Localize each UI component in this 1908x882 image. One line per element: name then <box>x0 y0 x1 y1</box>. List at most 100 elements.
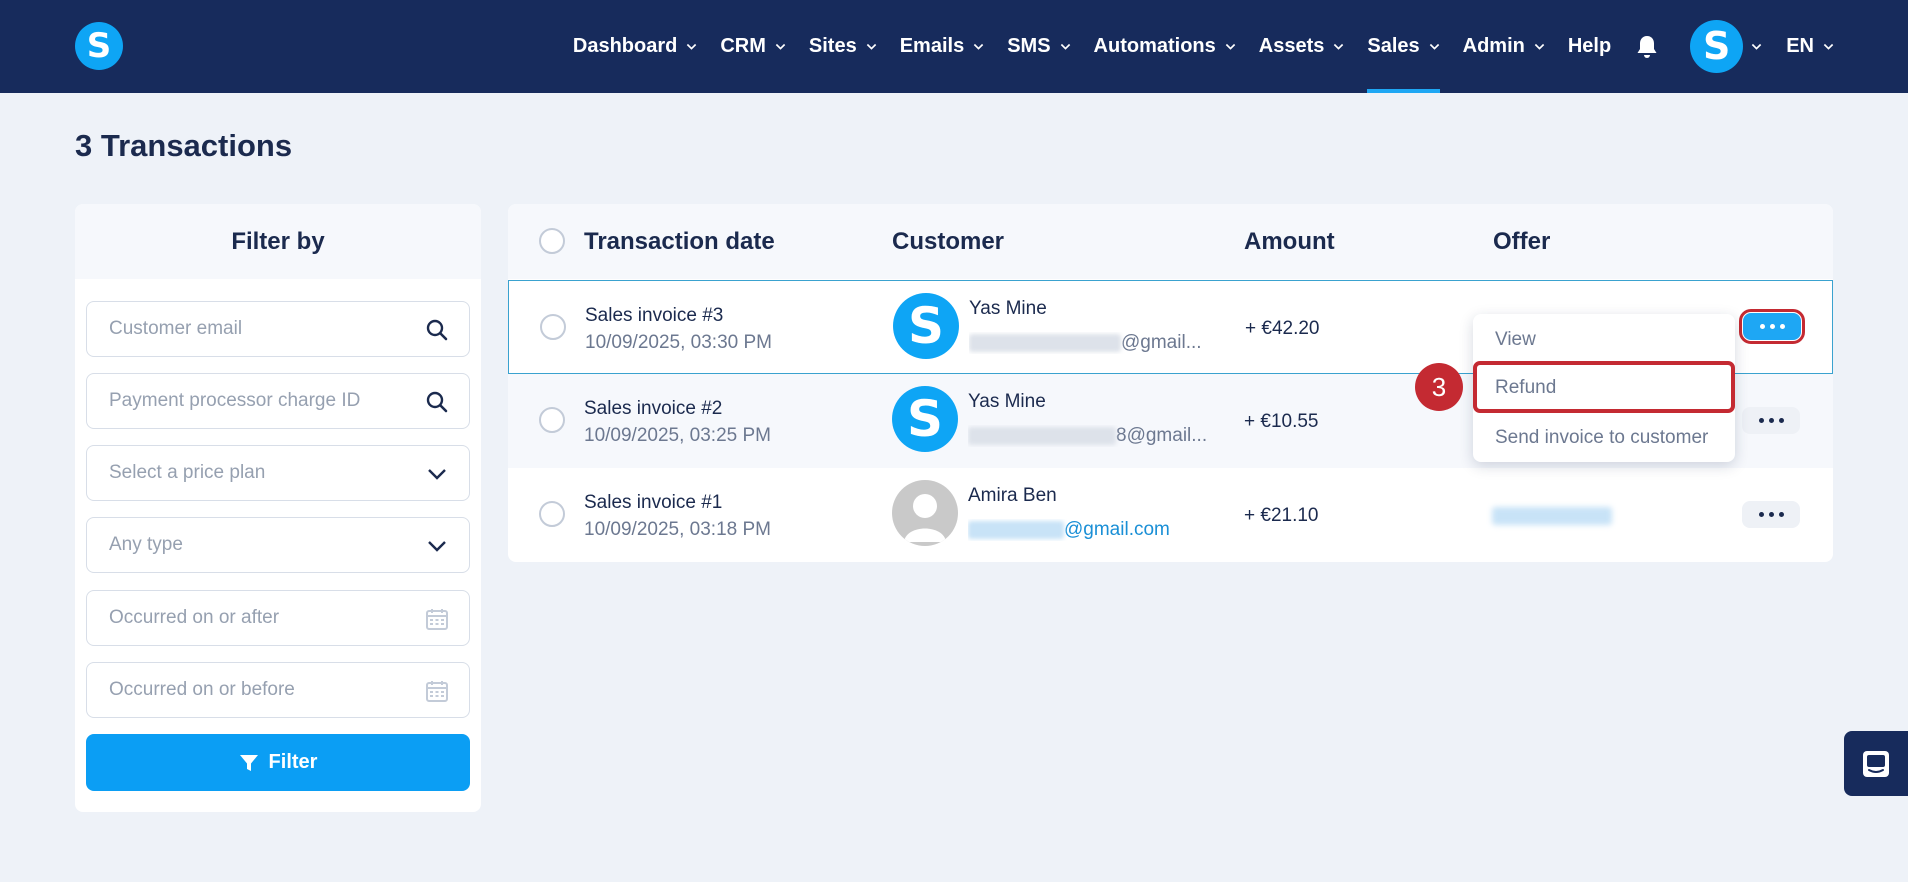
more-dot <box>1768 418 1774 423</box>
avatar: S <box>1690 20 1744 73</box>
column-offer[interactable]: Offer <box>1493 228 1550 256</box>
email-suffix: 8@gmail... <box>1116 425 1208 446</box>
more-dot <box>1769 324 1775 329</box>
chevron-down-icon <box>1823 43 1834 50</box>
occurred-after-placeholder: Occurred on or after <box>109 607 280 628</box>
chevron-down-icon <box>775 43 786 50</box>
customer-email[interactable]: 8@gmail... <box>968 425 1208 447</box>
person-placeholder-icon <box>904 494 946 542</box>
occurred-before-input[interactable]: Occurred on or before <box>86 662 470 718</box>
nav-item-label: Emails <box>899 35 965 57</box>
customer-name[interactable]: Amira Ben <box>968 485 1057 507</box>
row-select-radio[interactable] <box>540 314 566 340</box>
nav-item-label: Admin <box>1462 35 1525 57</box>
amount: + €10.55 <box>1244 411 1319 432</box>
nav-item-assets[interactable]: Assets <box>1259 0 1345 93</box>
customer-email[interactable]: @gmail... <box>969 332 1209 354</box>
nav-item-admin[interactable]: Admin <box>1463 0 1545 93</box>
nav-item-label: Sales <box>1367 35 1420 57</box>
invoice-date: 10/09/2025, 03:30 PM <box>585 332 772 353</box>
more-dot <box>1759 324 1765 329</box>
filter-button[interactable]: Filter <box>86 734 470 791</box>
charge-id-input[interactable]: Payment processor charge ID <box>86 373 470 429</box>
row-actions-button[interactable] <box>1742 501 1800 528</box>
chevron-down-icon <box>866 43 876 50</box>
nav-item-label: Help <box>1567 35 1612 57</box>
calendar-icon[interactable] <box>425 679 449 703</box>
invoice-title[interactable]: Sales invoice #1 <box>584 492 722 514</box>
user-menu[interactable]: S <box>1661 20 1762 73</box>
type-select[interactable]: Any type <box>86 517 470 573</box>
more-dot <box>1779 324 1785 329</box>
more-dot <box>1758 512 1764 517</box>
invoice-date: 10/09/2025, 03:25 PM <box>584 425 771 446</box>
language-selector[interactable]: EN <box>1786 0 1834 93</box>
column-transaction-date[interactable]: Transaction date <box>584 228 775 256</box>
nav-item-dashboard[interactable]: Dashboard <box>573 0 697 93</box>
bell-icon[interactable] <box>1635 34 1661 60</box>
column-amount[interactable]: Amount <box>1244 228 1335 256</box>
row-actions-button[interactable] <box>1742 407 1800 434</box>
table-header: Transaction date Customer Amount Offer <box>508 204 1833 279</box>
step-badge: 3 <box>1415 363 1463 411</box>
more-dot <box>1768 512 1774 517</box>
more-dot <box>1758 418 1764 423</box>
customer-name[interactable]: Yas Mine <box>969 298 1047 320</box>
filter-button-label: Filter <box>268 751 318 773</box>
nav-item-label: CRM <box>720 35 766 57</box>
chat-icon <box>1863 750 1889 777</box>
avatar: S <box>893 293 959 359</box>
brand-logo[interactable]: S <box>75 22 123 70</box>
redacted-offer[interactable] <box>1492 507 1612 525</box>
invoice-title[interactable]: Sales invoice #3 <box>585 305 723 327</box>
page-title: 3 Transactions <box>75 128 293 163</box>
row-select-radio[interactable] <box>539 501 565 527</box>
row-select-radio[interactable] <box>539 407 565 433</box>
refund-highlight-box <box>1473 361 1735 413</box>
nav-item-crm[interactable]: CRM <box>720 0 786 93</box>
invoice-title[interactable]: Sales invoice #2 <box>584 398 722 420</box>
type-placeholder: Any type <box>109 534 183 555</box>
nav-item-sms[interactable]: SMS <box>1007 0 1070 93</box>
chevron-down-icon <box>973 43 984 50</box>
column-customer[interactable]: Customer <box>892 228 1004 256</box>
nav-item-automations[interactable]: Automations <box>1094 0 1236 93</box>
chevron-down-icon <box>1225 43 1235 50</box>
amount: + €42.20 <box>1245 318 1320 339</box>
customer-email[interactable]: @gmail.com <box>968 519 1208 541</box>
nav-item-label: SMS <box>1007 35 1051 57</box>
customer-name[interactable]: Yas Mine <box>968 391 1046 413</box>
redacted-text <box>968 521 1064 539</box>
calendar-icon[interactable] <box>425 607 449 631</box>
redacted-text <box>968 427 1116 445</box>
table-row[interactable]: Sales invoice #1 10/09/2025, 03:18 PM Am… <box>508 468 1833 562</box>
customer-email-placeholder: Customer email <box>109 318 243 339</box>
search-icon[interactable] <box>425 390 449 414</box>
nav-item-label: Dashboard <box>572 35 678 57</box>
search-icon[interactable] <box>425 318 449 342</box>
nav-item-sales[interactable]: Sales <box>1367 0 1440 93</box>
avatar <box>892 480 958 546</box>
filter-header: Filter by <box>75 204 481 279</box>
chevron-down-icon <box>1334 43 1344 50</box>
nav-item-label: Assets <box>1258 35 1325 57</box>
menu-item-send-invoice[interactable]: Send invoice to customer <box>1495 427 1708 449</box>
invoice-date: 10/09/2025, 03:18 PM <box>584 519 771 540</box>
chevron-down-icon <box>428 541 446 552</box>
amount: + €21.10 <box>1244 505 1319 526</box>
charge-id-placeholder: Payment processor charge ID <box>109 390 361 411</box>
redacted-text <box>969 334 1121 352</box>
price-plan-placeholder: Select a price plan <box>109 462 266 483</box>
menu-item-view[interactable]: View <box>1495 329 1536 351</box>
customer-email-input[interactable]: Customer email <box>86 301 470 357</box>
row-actions-button[interactable] <box>1739 309 1805 344</box>
nav-item-help[interactable]: Help <box>1568 0 1611 93</box>
chat-widget-button[interactable] <box>1844 731 1908 796</box>
nav-item-emails[interactable]: Emails <box>900 0 984 93</box>
nav-item-sites[interactable]: Sites <box>809 0 877 93</box>
select-all-radio[interactable] <box>539 228 565 254</box>
price-plan-select[interactable]: Select a price plan <box>86 445 470 501</box>
occurred-after-input[interactable]: Occurred on or after <box>86 590 470 646</box>
chevron-down-icon <box>1534 43 1545 50</box>
more-dot <box>1778 418 1784 423</box>
